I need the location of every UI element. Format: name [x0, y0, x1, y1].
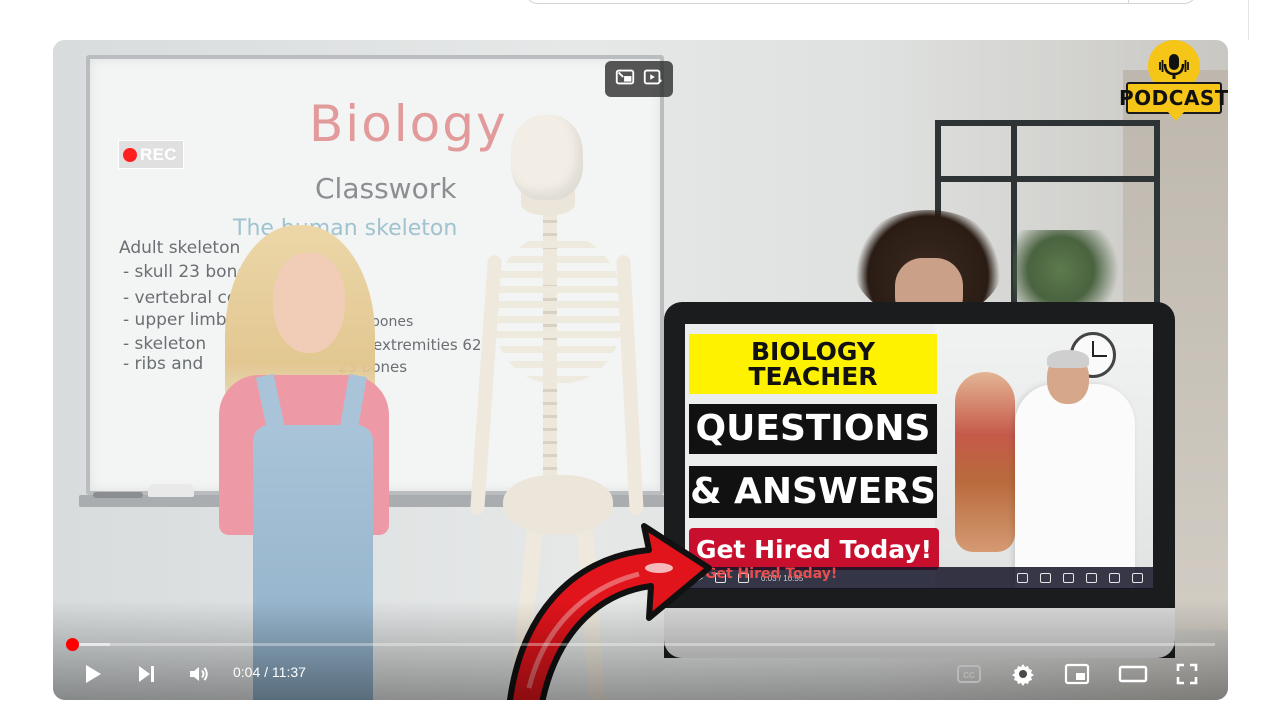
- search-button[interactable]: [1128, 0, 1197, 4]
- marker: [93, 492, 143, 498]
- student-face: [273, 253, 345, 353]
- next-icon: [139, 666, 154, 682]
- title-line: BIOLOGY: [751, 337, 875, 366]
- mini-miniplayer-icon: [1086, 573, 1097, 583]
- next-button[interactable]: [128, 656, 164, 692]
- page-header: [0, 0, 1280, 40]
- eraser: [148, 484, 194, 497]
- top-overlay-controls: [605, 61, 673, 97]
- settings-button[interactable]: [1005, 656, 1041, 692]
- captions-button[interactable]: CC: [951, 656, 987, 692]
- questions-banner: QUESTIONS: [689, 404, 937, 454]
- cta-banner: Get Hired Today!: [689, 528, 939, 570]
- skeleton-skull: [511, 115, 583, 200]
- whiteboard-line: - ribs and: [123, 354, 204, 374]
- autoplay-preview-icon[interactable]: [642, 66, 664, 93]
- search-box[interactable]: [525, 0, 1197, 4]
- progress-bar[interactable]: [66, 643, 1215, 646]
- play-icon: [86, 665, 101, 683]
- miniplayer-icon: [1064, 663, 1090, 685]
- podcast-logo: PODCAST: [1119, 40, 1228, 122]
- rec-badge: REC: [118, 140, 184, 169]
- theater-button[interactable]: [1113, 656, 1153, 692]
- title-banner: BIOLOGY TEACHER: [689, 334, 937, 394]
- video-player[interactable]: Biology Classwork The human skeleton Adu…: [53, 40, 1228, 700]
- background-plant: [1013, 230, 1133, 310]
- volume-button[interactable]: [181, 656, 217, 692]
- mini-gear-icon: [1063, 573, 1074, 583]
- miniplayer-button[interactable]: [1059, 656, 1095, 692]
- fullscreen-icon: [1176, 663, 1198, 685]
- record-dot-icon: [123, 147, 137, 162]
- whiteboard-line: - skeleton: [123, 334, 207, 354]
- mini-fullscreen-icon: [1132, 573, 1143, 583]
- podcast-pointer: [1168, 112, 1184, 121]
- cta-echo: Get Hired Today!: [705, 566, 838, 582]
- title-line: TEACHER: [748, 362, 878, 391]
- doctor-hair: [1047, 350, 1089, 368]
- svg-text:CC: CC: [963, 671, 975, 680]
- doctor-figure: [1015, 384, 1135, 588]
- whiteboard-subtitle: Classwork: [315, 172, 457, 205]
- whiteboard-line: - upper limb: [123, 310, 227, 330]
- theater-icon: [1118, 665, 1148, 683]
- volume-icon: [190, 667, 208, 681]
- skeleton-ribs: [493, 233, 623, 383]
- answers-banner: & ANSWERS: [689, 466, 937, 518]
- fullscreen-button[interactable]: [1169, 656, 1205, 692]
- time-display: 0:04 / 11:37: [233, 664, 306, 680]
- mini-captions-icon: [1040, 573, 1051, 583]
- mini-theater-icon: [1109, 573, 1120, 583]
- mini-toggle-icon: [1017, 573, 1028, 583]
- exit-miniplayer-icon[interactable]: [614, 66, 636, 93]
- controls-scrim: [53, 600, 1228, 700]
- progress-scrubber[interactable]: [66, 638, 80, 651]
- thumbnail-screen: BIOLOGY TEACHER QUESTIONS & ANSWERS Get …: [685, 324, 1153, 588]
- anatomy-model: [955, 372, 1015, 552]
- divider: [1248, 0, 1249, 40]
- rec-label: REC: [140, 144, 177, 164]
- captions-icon: CC: [957, 665, 981, 683]
- podcast-label: PODCAST: [1119, 82, 1228, 114]
- play-button[interactable]: [75, 656, 111, 692]
- gear-icon: [1012, 664, 1034, 686]
